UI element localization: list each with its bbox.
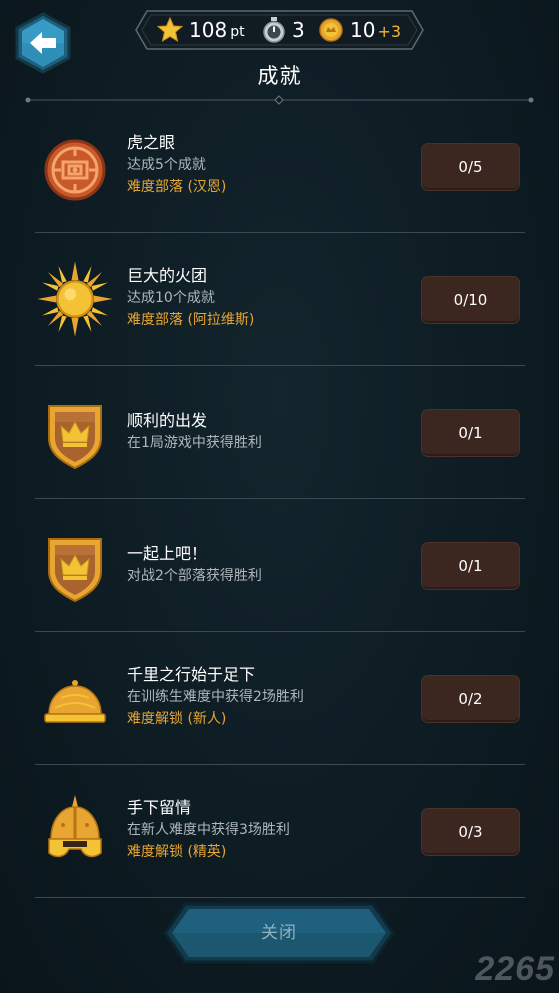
achievement-name: 手下留情 — [127, 798, 192, 817]
sun-icon — [37, 261, 113, 337]
achievement-requirement: 难度部落 (汉恩) — [127, 179, 227, 195]
progress-badge: 0/5 — [421, 143, 520, 191]
list-item: 手下留情 在新人难度中获得3场胜利 难度解锁 (精英) 0/3 — [35, 765, 525, 898]
progress-badge: 0/3 — [421, 808, 520, 856]
star-icon — [157, 17, 183, 43]
crown-shield-icon — [48, 405, 102, 470]
close-button[interactable]: 关闭 — [163, 902, 395, 964]
dome-helmet-icon — [44, 680, 106, 723]
achievement-name: 千里之行始于足下 — [127, 665, 256, 684]
crown-shield-icon — [48, 538, 102, 603]
achievement-requirement: 难度解锁 (精英) — [127, 844, 227, 860]
spiked-helmet-icon — [48, 795, 102, 858]
tiger-eye-emblem-icon — [44, 139, 106, 201]
progress-badge: 0/1 — [421, 542, 520, 590]
achievement-desc: 在新人难度中获得3场胜利 — [127, 822, 290, 838]
points-unit: pt — [230, 24, 245, 40]
coins-bonus: +3 — [377, 22, 402, 41]
list-item: 千里之行始于足下 在训练生难度中获得2场胜利 难度解锁 (新人) 0/2 — [35, 632, 525, 765]
achievement-desc: 在1局游戏中获得胜利 — [127, 435, 262, 451]
achievement-desc: 在训练生难度中获得2场胜利 — [127, 689, 304, 705]
achievement-name: 顺利的出发 — [127, 411, 208, 430]
stats-bar: 108 pt 3 10 +3 — [135, 10, 424, 50]
coin-icon — [319, 18, 343, 42]
achievement-desc: 达成10个成就 — [127, 290, 215, 306]
achievement-list: 虎之眼 达成5个成就 难度部落 (汉恩) 0/5 巨大的火团 达成10个成就 难… — [35, 100, 525, 898]
stopwatch-icon — [263, 17, 285, 43]
achievement-name: 一起上吧！ — [127, 544, 208, 563]
progress-badge: 0/1 — [421, 409, 520, 457]
achievement-name: 虎之眼 — [127, 133, 176, 152]
achievement-requirement: 难度部落 (阿拉维斯) — [127, 312, 255, 328]
coins-stat: 10 +3 — [319, 10, 401, 50]
list-item: 虎之眼 达成5个成就 难度部落 (汉恩) 0/5 — [35, 100, 525, 233]
progress-badge: 0/10 — [421, 276, 520, 324]
timer-value: 3 — [292, 18, 305, 42]
coins-value: 10 — [350, 18, 376, 42]
points-value: 108 — [189, 18, 228, 42]
points-stat: 108 pt — [157, 10, 245, 50]
achievement-desc: 达成5个成就 — [127, 157, 206, 173]
achievement-name: 巨大的火团 — [127, 266, 208, 285]
progress-badge: 0/2 — [421, 675, 520, 723]
close-button-label: 关闭 — [261, 923, 297, 943]
achievement-requirement: 难度解锁 (新人) — [127, 711, 227, 727]
list-item: 巨大的火团 达成10个成就 难度部落 (阿拉维斯) 0/10 — [35, 233, 525, 366]
timer-stat: 3 — [262, 10, 305, 50]
list-item: 顺利的出发 在1局游戏中获得胜利 0/1 — [35, 366, 525, 499]
watermark: 2265 — [475, 950, 555, 988]
list-item: 一起上吧！ 对战2个部落获得胜利 0/1 — [35, 499, 525, 632]
achievement-desc: 对战2个部落获得胜利 — [127, 568, 262, 584]
page-title: 成就 — [257, 64, 302, 88]
